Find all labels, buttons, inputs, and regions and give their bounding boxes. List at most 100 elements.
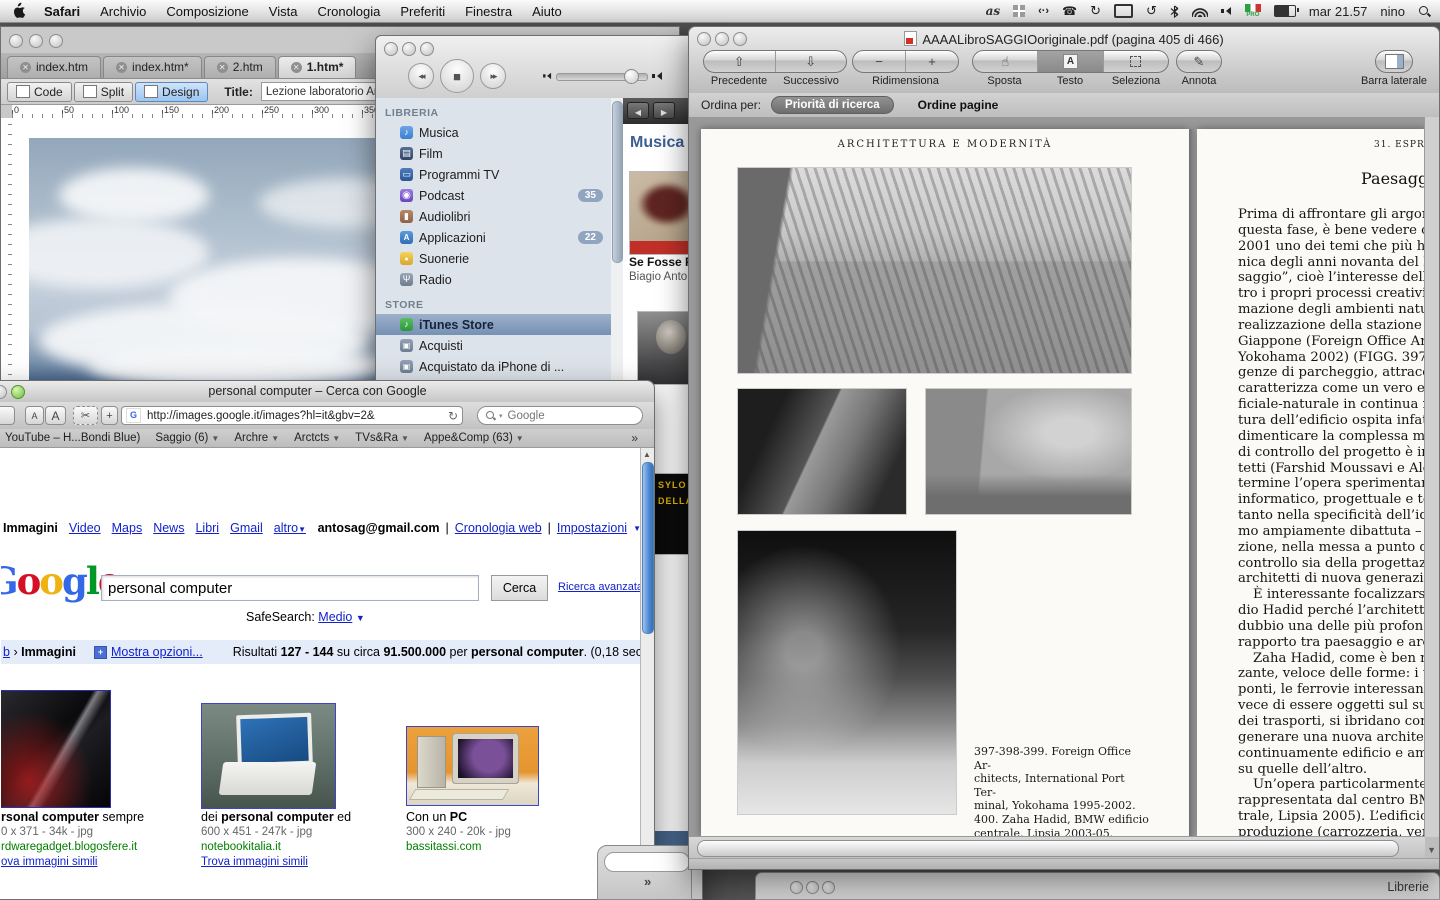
menu-item[interactable]: Cronologia bbox=[307, 4, 390, 19]
bookmark-item[interactable]: Saggio (6) ▼ bbox=[155, 432, 219, 444]
store-back-button[interactable]: ◀ bbox=[627, 102, 649, 119]
advanced-search-link[interactable]: Ricerca avanzata bbox=[558, 581, 643, 593]
menu-item[interactable]: Aiuto bbox=[522, 4, 572, 19]
bookmark-item[interactable]: Archre ▼ bbox=[234, 432, 279, 444]
nav-link[interactable]: Immagini▼ bbox=[3, 521, 58, 535]
volume-icon[interactable] bbox=[1221, 6, 1232, 17]
nav-link[interactable]: Gmail▼ bbox=[230, 521, 263, 535]
next-page-button[interactable]: ⇩ bbox=[775, 51, 847, 72]
web-history-link[interactable]: Cronologia web bbox=[455, 521, 542, 535]
sync-icon[interactable]: ↻ bbox=[1090, 3, 1101, 19]
tab-close-icon[interactable] bbox=[20, 62, 31, 73]
window-zoom-button[interactable] bbox=[420, 42, 434, 56]
address-bar[interactable]: G ↻ bbox=[121, 406, 463, 425]
bookmark-item[interactable]: YouTube – H...Bondi Blue) ▼ bbox=[5, 432, 140, 444]
image-result-thumbnail[interactable] bbox=[406, 726, 539, 806]
bluetooth-icon[interactable] bbox=[1170, 5, 1179, 18]
editor-tab[interactable]: 2.htm bbox=[204, 56, 276, 78]
search-button[interactable]: Cerca bbox=[491, 575, 548, 601]
text-tool-button[interactable]: A bbox=[1037, 51, 1102, 72]
rewind-button[interactable]: ◂◂ bbox=[408, 63, 434, 89]
window-close-button[interactable] bbox=[9, 34, 23, 48]
panel-search-field[interactable] bbox=[604, 852, 690, 872]
horizontal-scrollbar[interactable] bbox=[689, 836, 1425, 859]
sidebar-item[interactable]: Suonerie bbox=[376, 248, 611, 269]
volume-knob[interactable] bbox=[624, 69, 639, 84]
scrollbar-thumb[interactable] bbox=[642, 462, 654, 634]
tab-close-icon[interactable] bbox=[291, 62, 302, 73]
nav-link[interactable]: News▼ bbox=[153, 521, 184, 535]
panel-chevron[interactable]: » bbox=[644, 874, 651, 889]
search-query-input[interactable] bbox=[101, 575, 479, 601]
stop-button[interactable]: ■ bbox=[440, 59, 474, 93]
window-close-button[interactable] bbox=[790, 881, 803, 894]
store-forward-button[interactable]: ▶ bbox=[653, 102, 675, 119]
input-language-flag-icon[interactable]: PRO bbox=[1245, 4, 1261, 18]
window-zoom-button[interactable] bbox=[11, 385, 25, 399]
displays-icon[interactable] bbox=[1114, 4, 1133, 18]
sidebar-item[interactable]: Musica bbox=[376, 122, 611, 143]
nav-link[interactable]: altro▼ bbox=[274, 521, 306, 535]
vertical-scrollbar[interactable] bbox=[1424, 117, 1439, 837]
sidebar-item[interactable]: iTunes Store bbox=[376, 314, 611, 335]
sidebar-item[interactable]: Acquistato da iPhone di ... bbox=[376, 356, 611, 377]
bookmark-item[interactable]: Appe&Comp (63) ▼ bbox=[424, 432, 524, 444]
image-result-thumbnail[interactable] bbox=[201, 703, 336, 809]
reload-icon[interactable]: ↻ bbox=[448, 409, 458, 423]
window-minimize-button[interactable] bbox=[29, 34, 43, 48]
sort-by-page-order-button[interactable]: Ordine pagine bbox=[918, 98, 999, 112]
pdf-content-area[interactable]: ARCHITETTURA E MODERNITÀ 397-398-399. Fo… bbox=[689, 117, 1425, 837]
mode-button[interactable]: Split bbox=[74, 82, 133, 102]
battery-icon[interactable] bbox=[1274, 5, 1296, 17]
nav-link[interactable]: Video▼ bbox=[69, 521, 101, 535]
sidebar-item[interactable]: Programmi TV bbox=[376, 164, 611, 185]
lastfm-icon[interactable]: as bbox=[986, 4, 1001, 18]
forward-button[interactable]: ▶ bbox=[0, 406, 15, 425]
scroll-down-arrow[interactable]: ▼ bbox=[1427, 845, 1436, 855]
sidebar-item[interactable]: Audiolibri bbox=[376, 206, 611, 227]
zoom-in-button[interactable]: + bbox=[905, 51, 958, 72]
sidebar-item[interactable]: Acquisti bbox=[376, 335, 611, 356]
previous-page-button[interactable]: ⇧ bbox=[704, 51, 775, 72]
mode-button[interactable]: Design bbox=[135, 82, 208, 102]
window-close-button[interactable] bbox=[384, 42, 398, 56]
bookmark-item[interactable]: TVs&Ra ▼ bbox=[355, 432, 409, 444]
font-bigger-button[interactable]: A bbox=[45, 406, 66, 425]
album-title[interactable]: Se Fosse F bbox=[629, 255, 692, 269]
sidebar-item[interactable]: Applicazioni 22 bbox=[376, 227, 611, 248]
spaces-grid-icon[interactable] bbox=[1013, 5, 1025, 17]
editor-tab[interactable]: index.htm* bbox=[103, 56, 202, 78]
settings-link[interactable]: Impostazioni bbox=[557, 521, 627, 535]
menu-item[interactable]: Preferiti bbox=[390, 4, 455, 19]
move-tool-button[interactable]: ☝ bbox=[973, 51, 1037, 72]
web-search-input[interactable] bbox=[506, 409, 634, 423]
time-machine-icon[interactable]: ↺ bbox=[1146, 3, 1157, 19]
fast-user-switching-name[interactable]: nino bbox=[1380, 4, 1405, 19]
expand-options-icon[interactable]: + bbox=[94, 646, 107, 659]
font-smaller-button[interactable]: A bbox=[25, 406, 44, 425]
similar-images-link[interactable]: Trova immagini simili bbox=[201, 855, 396, 870]
clock[interactable]: mar 21.57 bbox=[1309, 4, 1368, 19]
select-tool-button[interactable] bbox=[1103, 51, 1168, 72]
phone-icon[interactable]: ☎ bbox=[1062, 4, 1077, 18]
safesearch-level-link[interactable]: Medio bbox=[318, 610, 352, 624]
editor-tab[interactable]: index.htm bbox=[7, 56, 101, 78]
window-zoom-button[interactable] bbox=[822, 881, 835, 894]
window-minimize-button[interactable] bbox=[402, 42, 416, 56]
image-result-thumbnail[interactable] bbox=[1, 690, 111, 808]
bookmarks-overflow-chevron[interactable]: » bbox=[631, 431, 654, 445]
new-tab-button[interactable]: + bbox=[101, 406, 118, 425]
menu-item[interactable]: Archivio bbox=[90, 4, 156, 19]
script-icon[interactable]: ‹·› bbox=[1038, 5, 1049, 17]
wifi-icon[interactable] bbox=[1192, 6, 1208, 17]
scrollbar-thumb[interactable] bbox=[612, 101, 623, 263]
window-minimize-button[interactable] bbox=[0, 385, 7, 399]
webclip-button[interactable]: ✂ bbox=[73, 406, 98, 425]
nav-link[interactable]: Maps▼ bbox=[112, 521, 143, 535]
menu-item[interactable]: Composizione bbox=[156, 4, 258, 19]
apple-menu[interactable] bbox=[0, 2, 34, 21]
scrollbar-thumb[interactable] bbox=[697, 840, 1399, 857]
tab-close-icon[interactable] bbox=[116, 62, 127, 73]
page-scrollbar[interactable]: ▲ bbox=[640, 448, 654, 899]
search-field[interactable]: ▾ bbox=[477, 406, 643, 425]
